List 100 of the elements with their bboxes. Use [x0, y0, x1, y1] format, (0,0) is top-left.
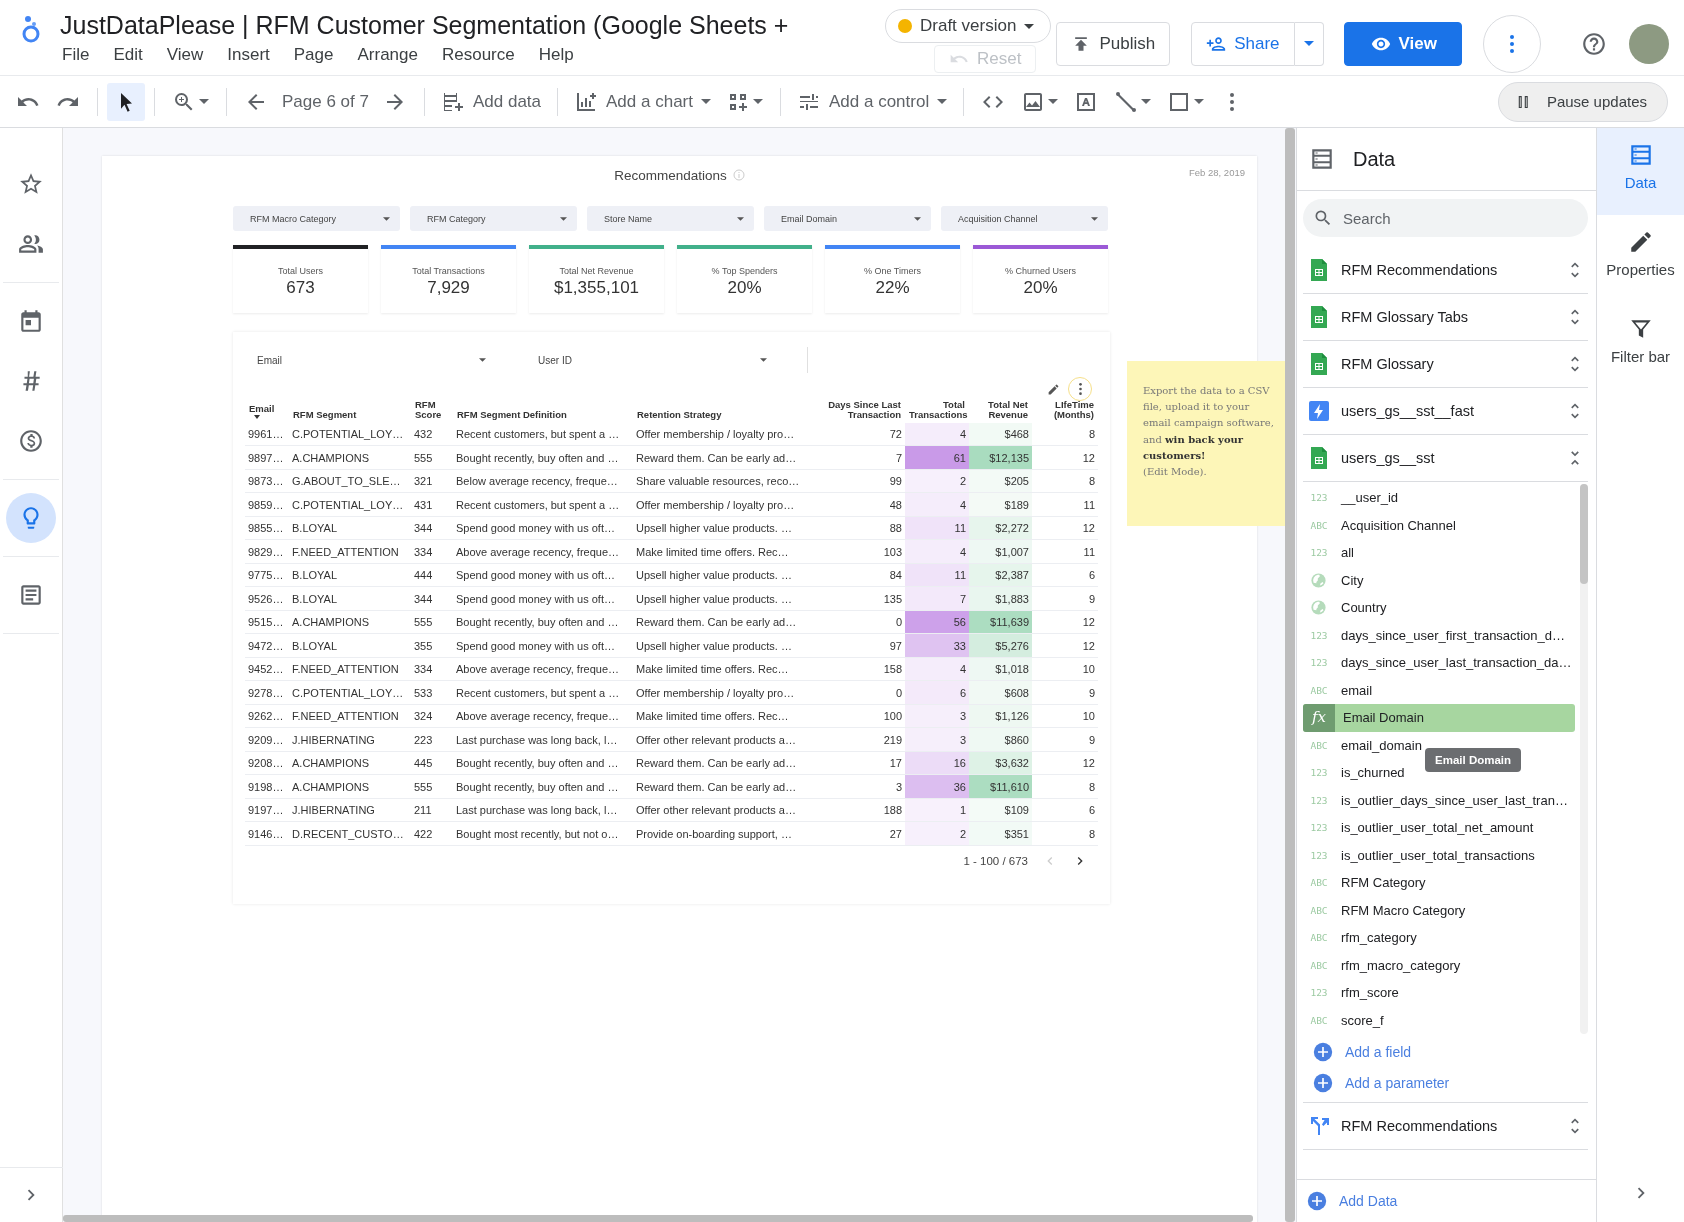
menu-item[interactable]: Help [536, 43, 586, 65]
search-field[interactable]: Search [1303, 199, 1588, 237]
dollar-icon[interactable] [18, 428, 44, 454]
data-source-item[interactable]: users_gs__sst__fast [1303, 388, 1588, 435]
star-icon[interactable] [18, 171, 44, 197]
select-tool[interactable] [107, 82, 145, 121]
data-source-item[interactable]: RFM Recommendations [1303, 247, 1588, 294]
menu-item[interactable]: View [164, 43, 216, 65]
filter-dropdown[interactable]: Store Name [587, 206, 754, 231]
lightbulb-button[interactable] [6, 493, 56, 543]
avatar[interactable] [1629, 23, 1669, 64]
field-item[interactable]: 123 __user_id [1303, 484, 1399, 512]
field-item[interactable]: ABC email_domain [1303, 731, 1422, 759]
type-label: 123 [1309, 767, 1329, 779]
caret-icon [937, 99, 948, 104]
line-icon[interactable] [1114, 89, 1139, 114]
field-item[interactable]: ABC Acquisition Channel [1303, 511, 1456, 539]
table-cell: 12 [1032, 516, 1098, 540]
field-item[interactable]: 123 is_outlier_user_total_transactions [1303, 841, 1535, 869]
field-item[interactable]: 123 rfm_score [1303, 979, 1399, 1007]
field-item[interactable]: City [1303, 566, 1364, 594]
spreadsheet-icon [1309, 259, 1329, 281]
calendar-icon[interactable] [18, 308, 44, 334]
panel-tab[interactable]: Data [1597, 128, 1684, 215]
column-header[interactable]: Total Transactions [905, 400, 969, 423]
field-item[interactable]: 123 is_outlier_days_since_user_last_tran… [1303, 786, 1568, 814]
field-item[interactable]: ABC RFM Category [1303, 869, 1426, 897]
document-icon[interactable] [18, 582, 44, 608]
column-header[interactable]: LIfeTime (Months) [1032, 400, 1098, 423]
menu-item[interactable]: Resource [439, 43, 527, 65]
add-data-link[interactable]: Add Data [1307, 1185, 1398, 1217]
table-cell: 16 [905, 751, 969, 775]
caret-icon[interactable] [1194, 99, 1205, 104]
field-item[interactable]: 123 is_outlier_user_total_net_amount [1303, 814, 1534, 842]
menu-item[interactable]: Page [291, 43, 346, 65]
scrollbar[interactable] [1580, 484, 1588, 1034]
data-source-item[interactable]: RFM Glossary [1303, 341, 1588, 388]
column-header[interactable]: Retention Strategy [633, 400, 815, 423]
add-control-button[interactable]: Add a control [790, 89, 955, 114]
field-item[interactable]: ABC email [1303, 676, 1373, 704]
column-header[interactable]: Days Since Last Transaction [815, 400, 905, 423]
filter-dropdown[interactable]: RFM Category [410, 206, 577, 231]
document-title[interactable]: JustDataPlease | RFM Customer Segmentation (Google Sheets + [60, 11, 789, 40]
panel-tab[interactable]: Filter bar [1597, 302, 1684, 389]
table-cell: 4 [905, 539, 969, 564]
field-item[interactable]: 123 days_since_user_last_transaction_da… [1303, 649, 1572, 677]
column-header[interactable]: RFM Score [411, 400, 453, 423]
pause-updates-button[interactable]: Pause updates [1497, 81, 1668, 122]
help-icon[interactable] [1581, 30, 1607, 57]
vertical-scrollbar[interactable] [1285, 128, 1295, 1222]
add-chart-button[interactable]: Add a chart [567, 89, 718, 114]
scorecard-value: 7,929 [427, 278, 470, 298]
table-cell: 4 [905, 492, 969, 517]
filter-dropdown[interactable]: Email Domain [764, 206, 931, 231]
field-item[interactable]: ABC rfm_category [1303, 924, 1417, 952]
publish-button[interactable]: Publish [1056, 21, 1171, 66]
caret-icon[interactable] [199, 99, 209, 104]
column-header[interactable]: Total Net Revenue [969, 400, 1032, 423]
caret-icon[interactable] [1141, 99, 1152, 104]
draft-version-button[interactable]: Draft version [885, 9, 1052, 43]
table-cell: 12 [1032, 751, 1098, 775]
pencil-icon[interactable] [1047, 382, 1060, 396]
horizontal-scrollbar[interactable] [63, 1215, 1253, 1222]
menu-item[interactable]: File [60, 43, 102, 65]
field-item[interactable]: ABC RFM Macro Category [1303, 896, 1466, 924]
table-cell: Bought recently, buy often and … [453, 610, 633, 634]
column-header[interactable]: RFM Segment [289, 400, 411, 423]
filter-dropdown[interactable]: Acquisition Channel [941, 206, 1108, 231]
data-source-item[interactable]: RFM Recommendations [1303, 1103, 1588, 1150]
menu-item[interactable]: Edit [111, 43, 155, 65]
view-button[interactable]: View [1343, 21, 1462, 66]
field-item[interactable]: 123 is_churned [1303, 759, 1405, 787]
caret-icon[interactable] [753, 99, 763, 104]
field-item[interactable]: 123 all [1303, 539, 1354, 567]
table-cell: 10 [1032, 704, 1098, 728]
column-header[interactable]: Email [245, 400, 289, 423]
field-item[interactable]: fx Email Domain [1303, 704, 1575, 732]
add-link[interactable]: Add a field [1313, 1036, 1588, 1067]
lightning-icon [1309, 400, 1329, 422]
caret-icon[interactable] [1048, 99, 1059, 104]
table-cell: Recent customers, but spent a … [453, 680, 633, 705]
share-button[interactable]: Share [1191, 21, 1295, 66]
menu-item[interactable]: Insert [225, 43, 282, 65]
panel-tab[interactable]: Properties [1597, 215, 1684, 302]
table-cell: Spend good money with us oft… [453, 633, 633, 658]
add-data-button[interactable]: Add data [433, 89, 549, 114]
add-link[interactable]: Add a parameter [1313, 1067, 1588, 1098]
field-item[interactable]: Country [1303, 594, 1387, 622]
data-source-item[interactable]: users_gs__sst [1303, 435, 1588, 482]
filter-dropdown[interactable]: RFM Macro Category [233, 206, 400, 231]
data-source-item[interactable]: RFM Glossary Tabs [1303, 294, 1588, 341]
column-header[interactable]: RFM Segment Definition [453, 400, 633, 423]
table-cell: 11 [1032, 492, 1098, 517]
field-item[interactable]: 123 days_since_user_first_transaction_d… [1303, 621, 1565, 649]
table-cell: 56 [905, 610, 969, 634]
field-item[interactable]: ABC rfm_macro_category [1303, 951, 1461, 979]
field-item[interactable]: ABC score_f [1303, 1006, 1384, 1034]
menu-item[interactable]: Arrange [355, 43, 430, 65]
table-cell: 1 [905, 798, 969, 822]
table-cell: 9515… [245, 610, 289, 634]
